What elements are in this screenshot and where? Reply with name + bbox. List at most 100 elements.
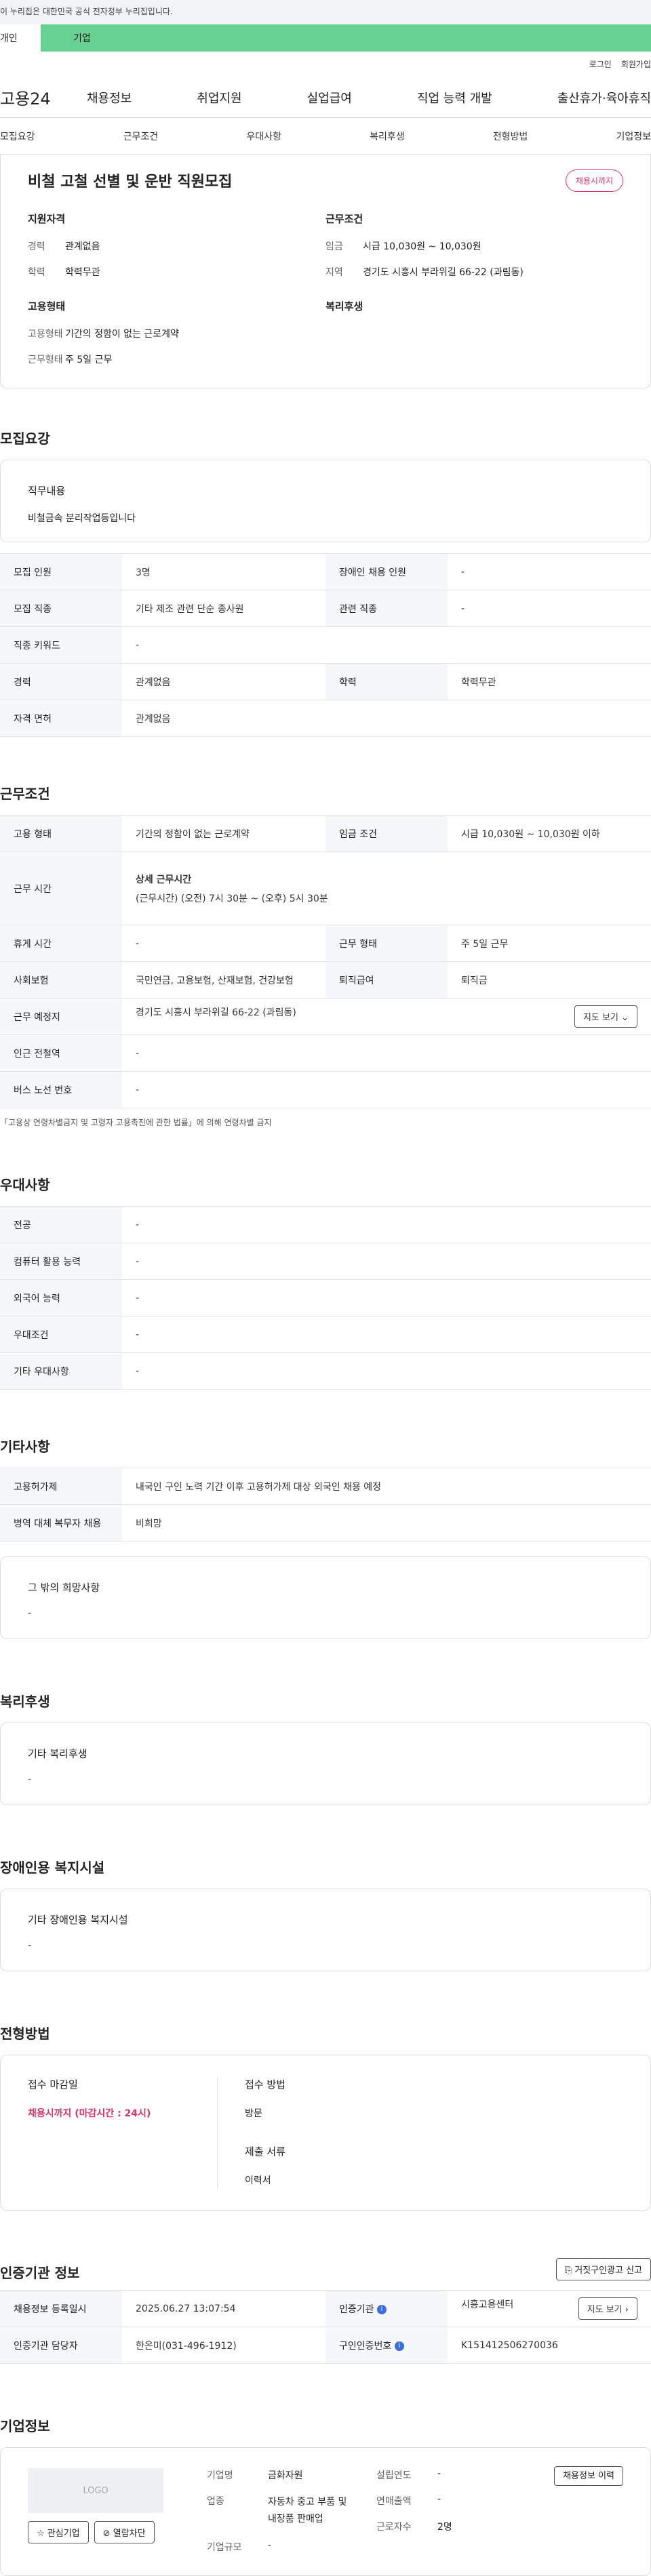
pref-heading: 우대사항 (0, 1177, 50, 1193)
map-button[interactable]: 지도 보기 ⌄ (574, 1005, 637, 1028)
row-value: - (122, 1316, 651, 1353)
docs-heading: 제출 서류 (245, 2146, 285, 2158)
disability-heading: 장애인용 복지시설 (0, 1859, 105, 1876)
size-value: - (268, 2540, 272, 2552)
work-time-value: (근무시간) (오전) 7시 30분 ~ (오후) 5시 30분 (136, 893, 328, 904)
apply-heading: 전형방법 (0, 2026, 50, 2042)
section-nav: 모집요강 근무조건 우대사항 복리후생 전형방법 기업정보 (0, 118, 651, 155)
info-icon[interactable]: i (376, 2304, 387, 2314)
nav-unemployment[interactable]: 실업급여 (307, 89, 352, 106)
job-summary: 비철 고철 선별 및 운반 직원모집 채용시까지 지원자격 경력 관계없음 학력 학… (0, 155, 651, 388)
nav-jobs[interactable]: 채용정보 (87, 89, 132, 106)
row-value: - (122, 925, 326, 962)
row-label: 외국어 능력 (0, 1279, 122, 1316)
row-value: 기타 제조 관련 단순 종사원 (122, 590, 326, 627)
map-button-label: 지도 보기 (583, 1013, 618, 1023)
row-value: 관계없음 (122, 663, 326, 700)
history-button[interactable]: 채용정보 이력 (554, 2466, 623, 2486)
org-value: 시흥고용센터 (461, 2299, 514, 2310)
row-label: 근무 시간 (0, 851, 122, 925)
row-label: 자격 면허 (0, 700, 122, 737)
method-value: 방문 (245, 2108, 262, 2119)
org-cell: 시흥고용센터 지도 보기 › (448, 2290, 651, 2327)
row-value: K151412506270036 (448, 2327, 651, 2364)
career-label: 경력 (28, 241, 45, 252)
utility-menu: 로그인 회원가입 (0, 52, 651, 77)
report-button[interactable]: ⎘ 거짓구인광고 신고 (555, 2258, 651, 2280)
table-row: 외국어 능력 - (0, 1279, 651, 1316)
cond-heading: 근무조건 (326, 213, 363, 225)
industry-label: 업종 (207, 2496, 224, 2507)
company-logo-area: LOGO ☆ 관심기업 ⊘ 열람차단 (28, 2468, 163, 2555)
welfare-box-text: - (28, 1774, 32, 1785)
row-value: - (122, 626, 651, 664)
table-row: 병역 대체 복무자 채용 비희망 (0, 1504, 651, 1542)
row-label: 고용허가제 (0, 1468, 122, 1505)
table-row: 고용 형태 기간의 정함이 없는 근로계약 임금 조건 시급 10,030원 ~ 10… (0, 815, 651, 852)
row-value: - (448, 553, 651, 590)
tab-personal[interactable]: 개인 (0, 24, 41, 52)
welfare-heading: 복리후생 (326, 300, 363, 313)
subnav-work[interactable]: 근무조건 (123, 129, 159, 143)
row-value: - (122, 1206, 651, 1243)
block-label: 열람차단 (113, 2529, 146, 2539)
row-label: 컴퓨터 활용 능력 (0, 1243, 122, 1280)
cert-map-button[interactable]: 지도 보기 › (578, 2297, 637, 2320)
site-logo[interactable]: 고용24 (0, 85, 87, 109)
table-row: 모집 직종 기타 제조 관련 단순 종사원 관련 직종 - (0, 590, 651, 627)
work-time-cell: 상세 근무시간 (근무시간) (오전) 7시 30분 ~ (오후) 5시 30분 (122, 851, 651, 925)
row-value: 학력무관 (448, 663, 651, 700)
company-logo: LOGO (28, 2468, 163, 2513)
etc-heading: 기타사항 (0, 1438, 50, 1455)
main-nav: 고용24 채용정보 취업지원 실업급여 직업 능력 개발 출산휴가·육아휴직 (0, 77, 651, 118)
row-label: 인근 전철역 (0, 1034, 122, 1072)
table-row: 근무 시간 상세 근무시간 (근무시간) (오전) 7시 30분 ~ (오후) 5시… (0, 851, 651, 925)
recruit-table: 모집 인원 3명 장애인 채용 인원 - 모집 직종 기타 제조 관련 단순 종사원 관련… (0, 553, 651, 737)
nav-parental-leave[interactable]: 출산휴가·육아휴직 (557, 89, 651, 106)
row-value: - (122, 1243, 651, 1280)
age-footnote: 「고용상 연령차별금지 및 고령자 고용촉진에 관한 법률」에 의해 연령차별 … (0, 1118, 272, 1127)
place-value: 경기도 시흥시 부라위길 66-22 (과림동) (136, 1007, 296, 1018)
tab-company[interactable]: 기업 (41, 24, 651, 52)
place-cell: 경기도 시흥시 부라위길 66-22 (과림동) 지도 보기 ⌄ (122, 998, 651, 1035)
subnav-selection[interactable]: 전형방법 (493, 129, 528, 143)
row-value: 관계없음 (122, 700, 651, 737)
company-heading: 기업정보 (0, 2418, 50, 2434)
info-icon[interactable]: i (394, 2341, 404, 2351)
workform-label: 근무형태 (28, 355, 63, 365)
row-label: 사회보험 (0, 961, 122, 999)
report-button-label: 거짓구인광고 신고 (574, 2266, 642, 2276)
sales-value: - (437, 2494, 441, 2505)
subnav-company[interactable]: 기업정보 (616, 129, 651, 143)
row-value: - (122, 1034, 651, 1072)
nav-employment-support[interactable]: 취업지원 (197, 89, 241, 106)
wage-label: 임금 (326, 241, 343, 252)
row-label: 모집 직종 (0, 590, 122, 627)
row-value: 국민연금, 고용보험, 산재보험, 건강보험 (122, 961, 326, 999)
row-value: 주 5일 근무 (448, 925, 651, 962)
cert-map-label: 지도 보기 (587, 2305, 623, 2315)
row-label: 병역 대체 복무자 채용 (0, 1504, 122, 1542)
signup-link[interactable]: 회원가입 (621, 60, 651, 69)
company-info-col1: 기업명 금화자원 업종 자동차 중고 부품 및 내장품 판매업 기업규모 - (207, 2468, 356, 2555)
nav-training[interactable]: 직업 능력 개발 (417, 89, 492, 106)
block-button[interactable]: ⊘ 열람차단 (94, 2521, 155, 2543)
favorite-button[interactable]: ☆ 관심기업 (28, 2521, 89, 2543)
favorite-label: 관심기업 (47, 2529, 80, 2539)
sales-label: 연매출액 (376, 2496, 412, 2507)
wage-value: 시급 10,030원 ~ 10,030원 (363, 241, 481, 252)
cert-heading: 인증기관 정보 (0, 2265, 80, 2281)
disability-box: 기타 장애인용 복지시설 - (0, 1889, 651, 1971)
subnav-recruit[interactable]: 모집요강 (0, 129, 35, 143)
row-label: 버스 노선 번호 (0, 1071, 122, 1108)
method-heading: 접수 방법 (245, 2078, 285, 2091)
login-link[interactable]: 로그인 (589, 60, 612, 69)
subnav-pref[interactable]: 우대사항 (246, 129, 281, 143)
etc-table: 고용허가제 내국인 구인 노력 기간 이후 고용허가제 대상 외국인 채용 예정 … (0, 1468, 651, 1542)
company-name-value: 금화자원 (268, 2470, 303, 2481)
row-value: 내국인 구인 노력 기간 이후 고용허가제 대상 외국인 채용 예정 (122, 1468, 651, 1505)
status-badge: 채용시까지 (565, 169, 623, 192)
subnav-welfare[interactable]: 복리후생 (370, 129, 405, 143)
row-label: 인증기관 담당자 (0, 2327, 122, 2364)
block-icon: ⊘ (102, 2529, 111, 2539)
